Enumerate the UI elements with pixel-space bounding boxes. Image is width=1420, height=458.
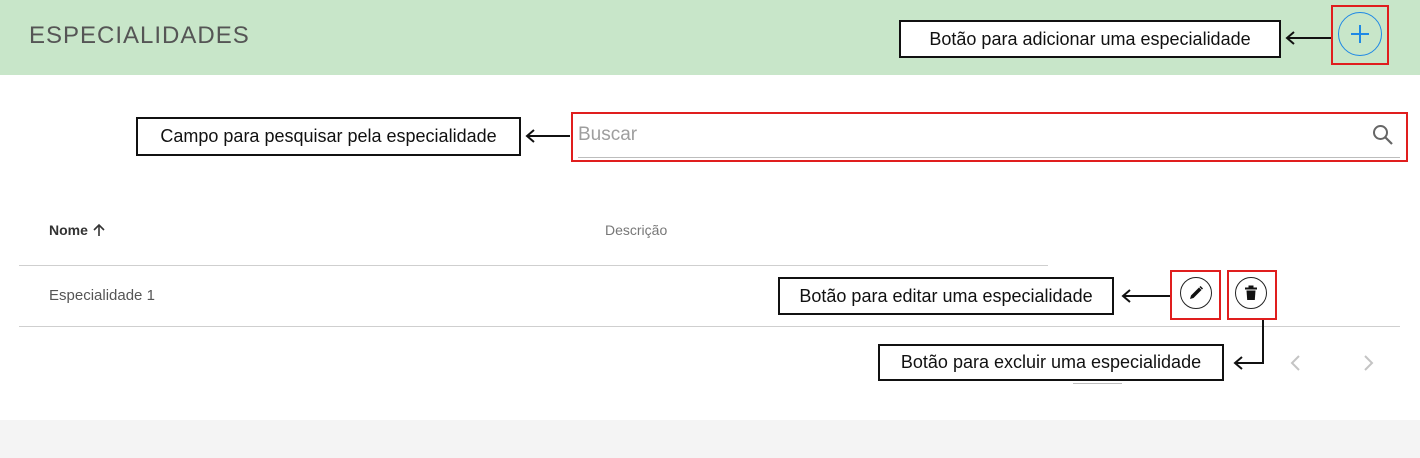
- connector-arrow-icon: [1233, 320, 1264, 370]
- arrow-left-icon: [1285, 31, 1332, 45]
- column-header-nome[interactable]: Nome: [49, 222, 106, 238]
- pagination-divider: [1073, 383, 1122, 384]
- annotation-delete-text: Botão para excluir uma especialidade: [900, 352, 1202, 372]
- highlight-edit-button: [1170, 270, 1221, 320]
- highlight-delete-button: [1227, 270, 1277, 320]
- annotation-add-button: Botão para adicionar uma especialidade: [899, 20, 1281, 58]
- highlight-search-field: [571, 112, 1408, 162]
- table-cell-nome: Especialidade 1: [49, 287, 155, 304]
- arrow-left-icon: [525, 129, 570, 143]
- app-header: ESPECIALIDADES Botão para adicionar uma …: [0, 0, 1420, 75]
- column-header-label: Nome: [49, 222, 88, 238]
- annotation-delete-button: Botão para excluir uma especialidade: [878, 344, 1224, 381]
- annotation-add-text: Botão para adicionar uma especialidade: [929, 28, 1251, 49]
- annotation-search-field: Campo para pesquisar pela especialidade: [136, 117, 521, 156]
- chevron-right-icon[interactable]: [1358, 352, 1378, 374]
- column-header-descricao[interactable]: Descrição: [605, 222, 667, 238]
- table-row-divider: [19, 326, 1400, 327]
- table-header-divider: [19, 265, 1048, 266]
- annotation-edit-button: Botão para editar uma especialidade: [778, 277, 1114, 315]
- arrow-up-icon: [93, 223, 105, 236]
- highlight-add-button: [1331, 5, 1389, 65]
- chevron-left-icon[interactable]: [1286, 352, 1306, 374]
- arrow-left-icon: [1121, 289, 1170, 303]
- annotation-edit-text: Botão para editar uma especialidade: [799, 285, 1093, 306]
- annotation-search-text: Campo para pesquisar pela especialidade: [160, 126, 497, 146]
- page-title: ESPECIALIDADES: [29, 22, 250, 49]
